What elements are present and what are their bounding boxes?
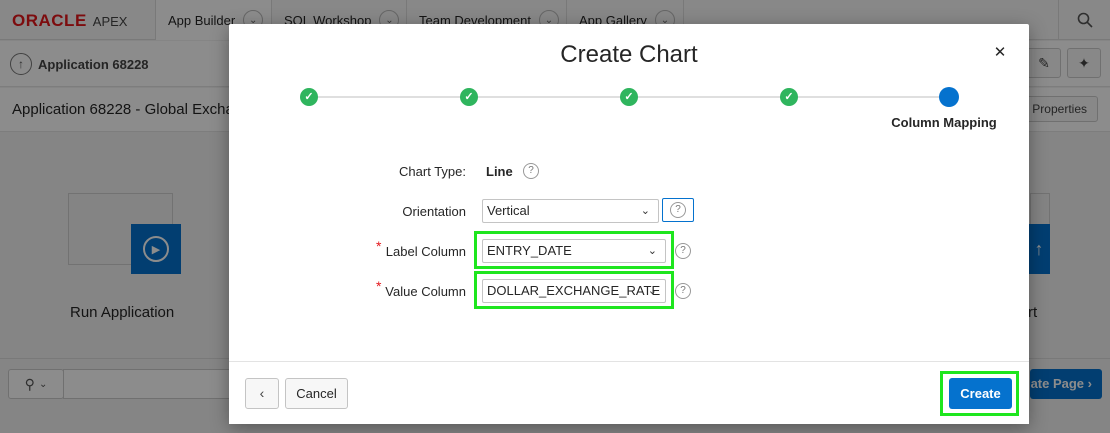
highlight-box-create bbox=[940, 371, 1019, 416]
chart-type-label: Chart Type: bbox=[399, 164, 466, 179]
label-column-label: Label Column bbox=[385, 244, 466, 259]
orientation-select[interactable]: Vertical ⌄ bbox=[482, 199, 659, 223]
chart-type-row: Chart Type: Line ? bbox=[229, 157, 1029, 185]
orientation-help-button[interactable]: ? bbox=[662, 198, 694, 222]
help-icon[interactable]: ? bbox=[675, 243, 691, 259]
wizard-step-4: ✓ bbox=[780, 88, 798, 106]
chevron-down-icon: ⌄ bbox=[640, 205, 650, 217]
wizard-step-1: ✓ bbox=[300, 88, 318, 106]
highlight-box-value-column bbox=[474, 271, 674, 309]
check-icon: ✓ bbox=[464, 91, 474, 103]
wizard-step-5-current bbox=[939, 87, 959, 107]
check-icon: ✓ bbox=[624, 91, 634, 103]
check-icon: ✓ bbox=[784, 91, 794, 103]
check-icon: ✓ bbox=[304, 91, 314, 103]
chart-type-value: Line bbox=[486, 164, 513, 179]
orientation-selected-value: Vertical bbox=[487, 203, 530, 218]
help-icon[interactable]: ? bbox=[675, 283, 691, 299]
chevron-left-icon: ‹ bbox=[259, 385, 265, 401]
wizard-step-2: ✓ bbox=[460, 88, 478, 106]
required-indicator: * bbox=[376, 278, 382, 294]
orientation-label: Orientation bbox=[402, 204, 466, 219]
dialog-footer: ‹ Cancel Create bbox=[229, 361, 1029, 424]
help-icon: ? bbox=[670, 202, 686, 218]
wizard-step-3: ✓ bbox=[620, 88, 638, 106]
help-icon[interactable]: ? bbox=[523, 163, 539, 179]
orientation-row: Orientation Vertical ⌄ ? bbox=[229, 198, 1029, 227]
dialog-title: Create Chart bbox=[560, 41, 698, 68]
cancel-button[interactable]: Cancel bbox=[285, 378, 348, 409]
value-column-label: Value Column bbox=[385, 284, 466, 299]
previous-button[interactable]: ‹ bbox=[245, 378, 279, 409]
create-chart-dialog: Create Chart ✕ ✓ ✓ ✓ ✓ Column Mapping Ch… bbox=[229, 24, 1029, 424]
highlight-box-label-column bbox=[474, 231, 674, 269]
wizard-current-step-label: Column Mapping bbox=[891, 115, 997, 130]
required-indicator: * bbox=[376, 238, 382, 254]
close-icon[interactable]: ✕ bbox=[989, 42, 1011, 64]
